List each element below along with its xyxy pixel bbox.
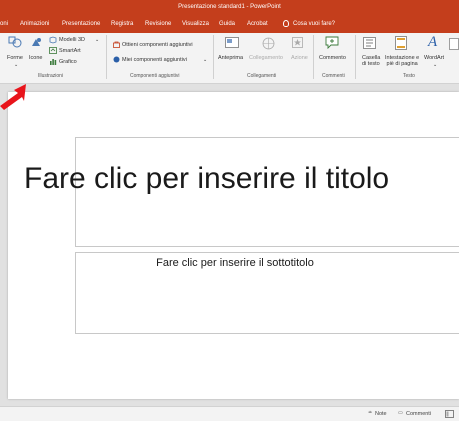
intestazione-button[interactable]: Intestazione e piè di pagina <box>385 55 419 67</box>
smartart-icon <box>49 47 57 54</box>
more-icon <box>449 38 459 50</box>
red-arrow-icon <box>0 84 26 110</box>
comments-button[interactable]: Commenti <box>406 411 431 417</box>
chevron-down-icon: ⌄ <box>95 37 100 43</box>
wordart-icon: A <box>428 34 438 50</box>
subtitle-placeholder-text[interactable]: Fare clic per inserire il sottotitolo <box>76 257 394 269</box>
notes-button[interactable]: Note <box>375 411 387 417</box>
tab-revisione[interactable]: Revisione <box>145 21 171 27</box>
chart-icon <box>50 59 57 65</box>
zoom-preview-icon <box>225 37 239 48</box>
chevron-down-icon: ⌄ <box>433 62 438 68</box>
shapes-icon <box>8 36 22 48</box>
tell-me-search[interactable]: Cosa vuoi fare? <box>283 20 335 27</box>
normal-view-icon[interactable] <box>445 410 454 418</box>
grafico-button[interactable]: Grafico <box>59 59 77 65</box>
anteprima-button[interactable]: Anteprima <box>218 55 243 61</box>
group-divider <box>106 35 107 79</box>
tab-transizioni[interactable]: oni <box>0 21 8 27</box>
ribbon-tabs: oni Animazioni Presentazione Registra Re… <box>0 16 459 33</box>
smartart-button[interactable]: SmartArt <box>59 48 81 54</box>
collegamento-button[interactable]: Collegamento <box>249 55 283 61</box>
my-addins-icon <box>113 56 120 63</box>
azione-button[interactable]: Azione <box>291 55 308 61</box>
chevron-down-icon: ⌄ <box>203 57 208 63</box>
tab-guida[interactable]: Guida <box>219 21 235 27</box>
ribbon: Forme ⌄ Icone Modelli 3D ⌄ SmartArt Graf… <box>0 33 459 84</box>
tell-me-placeholder: Cosa vuoi fare? <box>293 20 336 27</box>
tab-visualizza[interactable]: Visualizza <box>182 21 209 27</box>
miei-componenti-button[interactable]: Miei componenti aggiuntivi <box>122 57 187 63</box>
title-bar: Presentazione standard1 - PowerPoint <box>0 0 459 16</box>
title-placeholder-text[interactable]: Fare clic per inserire il titolo <box>24 162 389 196</box>
window-title: Presentazione standard1 - PowerPoint <box>178 4 281 10</box>
slide[interactable]: Fare clic per inserire il titolo Fare cl… <box>8 92 459 399</box>
notes-icon: ≐ <box>368 410 373 416</box>
modelli-3d-button[interactable]: Modelli 3D <box>59 37 85 43</box>
icons-icon <box>32 38 41 46</box>
action-star-icon <box>292 37 303 48</box>
commento-button[interactable]: Commento <box>319 55 346 61</box>
cube-3d-icon <box>49 36 57 44</box>
group-label-componenti: Componenti aggiuntivi <box>130 73 180 79</box>
tab-acrobat[interactable]: Acrobat <box>247 21 268 27</box>
comments-icon: ▭ <box>398 410 403 416</box>
globe-link-icon <box>262 37 275 50</box>
tab-presentazione[interactable]: Presentazione <box>62 21 100 27</box>
lightbulb-icon <box>283 20 289 27</box>
tab-registra[interactable]: Registra <box>111 21 133 27</box>
subtitle-placeholder-box[interactable]: Fare clic per inserire il sottotitolo <box>75 252 459 334</box>
chevron-down-icon: ⌄ <box>14 62 19 68</box>
group-label-collegamenti: Collegamenti <box>247 73 277 79</box>
ottieni-componenti-button[interactable]: Ottieni componenti aggiuntivi <box>122 42 193 48</box>
header-footer-icon <box>395 36 407 50</box>
wordart-button[interactable]: WordArt <box>424 55 444 61</box>
tab-animazioni[interactable]: Animazioni <box>20 21 49 27</box>
icone-button[interactable]: Icone <box>29 55 42 61</box>
forme-button[interactable]: Forme <box>7 55 23 61</box>
status-bar: ≐ Note ▭ Commenti <box>0 406 459 421</box>
group-divider <box>213 35 214 79</box>
group-label-testo: Testo <box>403 73 415 79</box>
casella-testo-button[interactable]: Casella di testo <box>362 55 380 67</box>
group-label-illustrazioni: Illustrazioni <box>38 73 64 79</box>
slide-canvas: Fare clic per inserire il titolo Fare cl… <box>0 84 459 406</box>
group-divider <box>313 35 314 79</box>
store-icon <box>113 41 120 48</box>
new-comment-icon <box>325 36 339 49</box>
group-label-commenti: Commenti <box>322 73 345 79</box>
textbox-icon <box>363 37 376 49</box>
group-divider <box>355 35 356 79</box>
